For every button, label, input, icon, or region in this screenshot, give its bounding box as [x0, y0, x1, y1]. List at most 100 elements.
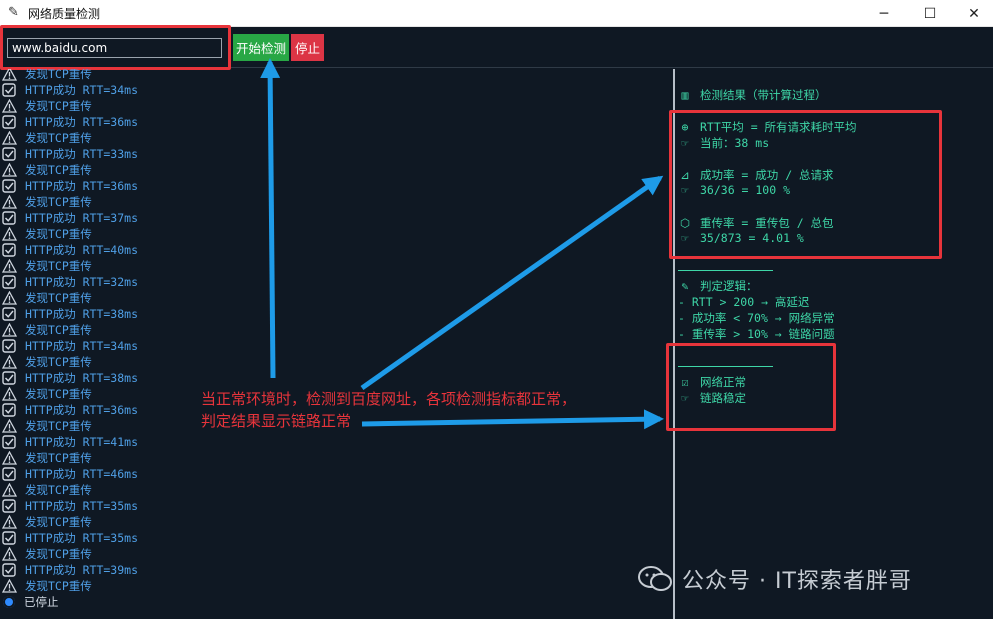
- pushpin-icon: ✎: [681, 279, 689, 293]
- check-box-icon: [2, 211, 17, 225]
- log-text: HTTP成功 RTT=38ms: [25, 307, 139, 321]
- stop-button[interactable]: 停止: [291, 34, 324, 61]
- check-box-icon: [2, 499, 17, 513]
- warning-icon: [2, 355, 17, 369]
- highlight-box-verdict: [666, 343, 836, 431]
- log-text: 发现TCP重传: [25, 99, 92, 113]
- check-box-icon: [2, 403, 17, 417]
- warning-icon: [2, 419, 17, 433]
- log-line-warning: 发现TCP重传: [2, 69, 92, 82]
- close-button[interactable]: ✕: [951, 0, 993, 27]
- logic-line: - 重传率 > 10% → 链路问题: [678, 327, 835, 341]
- log-line-success: HTTP成功 RTT=39ms: [2, 562, 138, 578]
- warning-icon: [2, 195, 17, 209]
- log-line-success: HTTP成功 RTT=36ms: [2, 402, 138, 418]
- log-text: 发现TCP重传: [25, 69, 92, 81]
- minimize-button[interactable]: ─: [861, 0, 907, 27]
- warning-icon: [2, 515, 17, 529]
- warning-icon: [2, 227, 17, 241]
- log-line-success: HTTP成功 RTT=38ms: [2, 370, 138, 386]
- log-line-warning: 发现TCP重传: [2, 482, 92, 498]
- warning-icon: [2, 547, 17, 561]
- log-text: 发现TCP重传: [25, 579, 92, 593]
- log-output: 发现TCP重传 HTTP成功 RTT=34ms 发现TCP重传 HTTP成功 RTT=…: [0, 69, 672, 619]
- log-line-success: HTTP成功 RTT=36ms: [2, 178, 138, 194]
- log-line-warning: 发现TCP重传: [2, 386, 92, 402]
- warning-icon: [2, 323, 17, 337]
- log-text: 发现TCP重传: [25, 355, 92, 369]
- log-line-success: HTTP成功 RTT=38ms: [2, 306, 138, 322]
- logic-title: ✎ 判定逻辑：: [678, 278, 758, 294]
- check-box-icon: [2, 83, 17, 97]
- log-text: 发现TCP重传: [25, 483, 92, 497]
- log-text: HTTP成功 RTT=32ms: [25, 275, 139, 289]
- log-text: 发现TCP重传: [25, 387, 92, 401]
- check-box-icon: [2, 115, 17, 129]
- log-line-warning: 发现TCP重传: [2, 258, 92, 274]
- annotation-text: 当正常环境时，检测到百度网址，各项检测指标都正常， 判定结果显示链路正常: [201, 390, 577, 430]
- wechat-icon: [638, 566, 672, 591]
- log-line-success: HTTP成功 RTT=34ms: [2, 338, 138, 354]
- log-line-warning: 发现TCP重传: [2, 354, 92, 370]
- check-box-icon: [2, 339, 17, 353]
- warning-icon: [2, 131, 17, 145]
- check-box-icon: [2, 467, 17, 481]
- log-line-warning: 发现TCP重传: [2, 450, 92, 466]
- log-text: 发现TCP重传: [25, 163, 92, 177]
- logic-line: - RTT > 200 → 高延迟: [678, 295, 810, 309]
- log-line-success: HTTP成功 RTT=46ms: [2, 466, 138, 482]
- log-text: HTTP成功 RTT=39ms: [25, 563, 139, 577]
- log-line-success: HTTP成功 RTT=40ms: [2, 242, 138, 258]
- log-line-warning: 发现TCP重传: [2, 322, 92, 338]
- log-text: HTTP成功 RTT=40ms: [25, 243, 139, 257]
- log-text: HTTP成功 RTT=36ms: [25, 179, 139, 193]
- log-text: 发现TCP重传: [25, 515, 92, 529]
- log-text: 发现TCP重传: [25, 547, 92, 561]
- warning-icon: [2, 69, 17, 81]
- bar-chart-icon: ▥: [681, 88, 689, 102]
- log-line-warning: 发现TCP重传: [2, 290, 92, 306]
- log-text: 发现TCP重传: [25, 259, 92, 273]
- warning-icon: [2, 451, 17, 465]
- blue-dot-icon: [3, 596, 15, 608]
- log-text: HTTP成功 RTT=38ms: [25, 371, 139, 385]
- warning-icon: [2, 579, 17, 593]
- check-box-icon: [2, 307, 17, 321]
- log-text: HTTP成功 RTT=34ms: [25, 339, 139, 353]
- log-text: HTTP成功 RTT=46ms: [25, 467, 139, 481]
- log-text: 发现TCP重传: [25, 131, 92, 145]
- log-text: HTTP成功 RTT=36ms: [25, 115, 139, 129]
- title-bar: ✎ 网络质量检测 ─ ☐ ✕: [0, 0, 993, 27]
- log-line-warning: 发现TCP重传: [2, 98, 92, 114]
- log-line-warning: 发现TCP重传: [2, 162, 92, 178]
- log-line-success: HTTP成功 RTT=35ms: [2, 498, 138, 514]
- highlight-box-metrics: [669, 110, 942, 259]
- results-header: ▥ 检测结果（带计算过程）: [678, 87, 827, 103]
- separator: [678, 270, 773, 271]
- log-line-success: HTTP成功 RTT=32ms: [2, 274, 138, 290]
- log-text: HTTP成功 RTT=35ms: [25, 499, 139, 513]
- log-text: HTTP成功 RTT=33ms: [25, 147, 139, 161]
- check-box-icon: [2, 531, 17, 545]
- check-box-icon: [2, 563, 17, 577]
- check-box-icon: [2, 243, 17, 257]
- check-box-icon: [2, 179, 17, 193]
- log-line-success: HTTP成功 RTT=33ms: [2, 146, 138, 162]
- log-text: 发现TCP重传: [25, 323, 92, 337]
- check-box-icon: [2, 147, 17, 161]
- log-line-success: HTTP成功 RTT=37ms: [2, 210, 138, 226]
- warning-icon: [2, 483, 17, 497]
- watermark: 公众号 · IT探索者胖哥: [638, 563, 912, 595]
- check-box-icon: [2, 435, 17, 449]
- log-line-warning: 发现TCP重传: [2, 194, 92, 210]
- log-line-success: HTTP成功 RTT=41ms: [2, 434, 138, 450]
- log-text: 已停止: [24, 595, 59, 609]
- log-text: HTTP成功 RTT=35ms: [25, 531, 139, 545]
- logic-line: - 成功率 < 70% → 网络异常: [678, 311, 835, 325]
- log-line-success: HTTP成功 RTT=35ms: [2, 530, 138, 546]
- warning-icon: [2, 99, 17, 113]
- maximize-button[interactable]: ☐: [907, 0, 953, 27]
- log-line-success: HTTP成功 RTT=36ms: [2, 114, 138, 130]
- start-button[interactable]: 开始检测: [233, 34, 289, 61]
- log-text: HTTP成功 RTT=36ms: [25, 403, 139, 417]
